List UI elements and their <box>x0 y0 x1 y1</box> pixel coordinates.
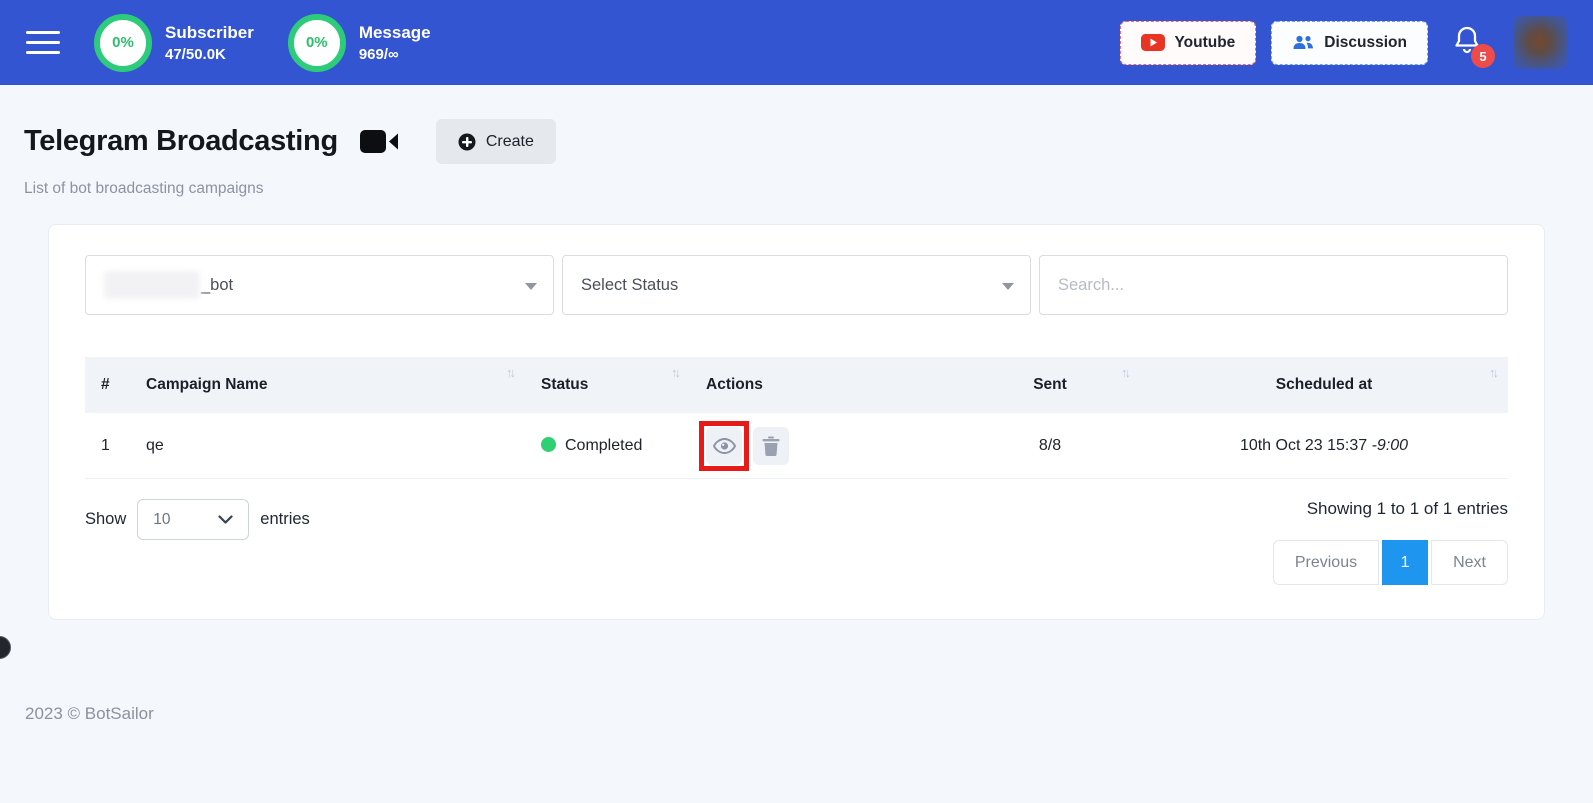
header-campaign-name[interactable]: Campaign Name ↑↓ <box>130 357 525 413</box>
redacted-bot-name <box>104 271 200 299</box>
row-scheduled-at: 10th Oct 23 15:37 -9:00 <box>1140 413 1508 479</box>
row-actions <box>699 413 944 478</box>
youtube-button-label: Youtube <box>1174 33 1236 51</box>
row-index: 1 <box>85 413 130 479</box>
entries-per-page-select[interactable]: 10 <box>137 499 250 540</box>
copyright-text: 2023 © BotSailor <box>25 704 154 723</box>
header-scheduled-at[interactable]: Scheduled at ↑↓ <box>1140 357 1508 413</box>
pagination: Previous 1 Next <box>1272 540 1508 585</box>
plus-circle-icon <box>458 133 476 150</box>
caret-down-icon <box>1002 283 1014 290</box>
bot-select[interactable]: _bot <box>85 255 554 315</box>
subscriber-label: Subscriber <box>165 22 254 42</box>
topbar: 0% Subscriber 47/50.0K 0% Message 969/∞ … <box>0 0 1593 85</box>
users-icon <box>1293 35 1314 49</box>
subscriber-progress-ring: 0% <box>94 13 152 72</box>
youtube-button[interactable]: Youtube <box>1120 20 1257 65</box>
show-label: Show <box>85 510 127 528</box>
campaigns-card: _bot Select Status # Campaign Name ↑↓ <box>48 224 1545 620</box>
status-text: Completed <box>565 436 643 454</box>
status-select[interactable]: Select Status <box>562 255 1031 315</box>
page-subtitle: List of bot broadcasting campaigns <box>24 180 264 197</box>
header-status[interactable]: Status ↑↓ <box>525 357 690 413</box>
main-content: Telegram Broadcasting Create List of bot… <box>0 85 1593 620</box>
search-input[interactable] <box>1058 275 1489 295</box>
table-row: 1 qe Completed 8/8 10th Oct 23 15:37 -9:… <box>85 413 1508 479</box>
row-campaign-name: qe <box>130 413 525 479</box>
subscriber-percent: 0% <box>112 34 134 51</box>
bot-select-value: _bot <box>201 275 234 294</box>
sort-icon[interactable]: ↑↓ <box>1121 365 1131 380</box>
sort-icon[interactable]: ↑↓ <box>506 365 516 380</box>
chevron-down-icon <box>218 515 233 524</box>
discussion-button-label: Discussion <box>1324 33 1407 51</box>
subscriber-usage-widget: 0% Subscriber 47/50.0K <box>94 13 254 72</box>
create-button[interactable]: Create <box>435 119 556 164</box>
message-label: Message <box>358 22 431 42</box>
delete-button[interactable] <box>753 426 789 465</box>
notifications-button[interactable]: 5 <box>1453 25 1495 68</box>
menu-icon[interactable] <box>26 31 60 54</box>
header-sent[interactable]: Sent ↑↓ <box>960 357 1140 413</box>
subscriber-value: 47/50.0K <box>165 46 226 64</box>
status-select-value: Select Status <box>581 275 679 294</box>
row-status: Completed <box>525 413 690 479</box>
discussion-button[interactable]: Discussion <box>1271 20 1428 65</box>
create-button-label: Create <box>485 132 534 150</box>
message-percent: 0% <box>305 34 328 51</box>
notification-count-badge: 5 <box>1471 44 1495 68</box>
search-field <box>1039 255 1508 315</box>
eye-icon <box>712 437 736 454</box>
header-actions: Actions <box>690 357 960 413</box>
entries-label: entries <box>260 510 310 528</box>
status-dot-icon <box>541 436 556 452</box>
message-progress-ring: 0% <box>287 13 346 72</box>
row-sent: 8/8 <box>960 413 1140 479</box>
header-index: # <box>85 357 130 413</box>
message-value: 969/∞ <box>358 46 399 64</box>
sort-icon[interactable]: ↑↓ <box>1489 365 1499 380</box>
next-page-button[interactable]: Next <box>1431 540 1508 585</box>
sort-icon[interactable]: ↑↓ <box>671 365 681 380</box>
video-tutorial-icon[interactable] <box>359 128 398 155</box>
trash-icon <box>762 436 780 456</box>
page-title: Telegram Broadcasting <box>24 125 338 157</box>
user-avatar[interactable] <box>1514 16 1567 69</box>
view-button[interactable] <box>706 426 742 465</box>
campaigns-table: # Campaign Name ↑↓ Status ↑↓ Actions Sen… <box>85 357 1508 479</box>
entries-per-page-value: 10 <box>153 510 171 528</box>
timezone-offset: -9:00 <box>1371 436 1409 454</box>
caret-down-icon <box>525 283 537 290</box>
showing-entries-text: Showing 1 to 1 of 1 entries <box>1306 499 1508 518</box>
previous-page-button[interactable]: Previous <box>1272 540 1380 585</box>
page-1-button[interactable]: 1 <box>1382 540 1429 585</box>
youtube-icon <box>1141 34 1166 51</box>
table-header-row: # Campaign Name ↑↓ Status ↑↓ Actions Sen… <box>85 357 1508 413</box>
floating-widget-handle[interactable] <box>0 636 11 659</box>
message-usage-widget: 0% Message 969/∞ <box>287 13 431 72</box>
